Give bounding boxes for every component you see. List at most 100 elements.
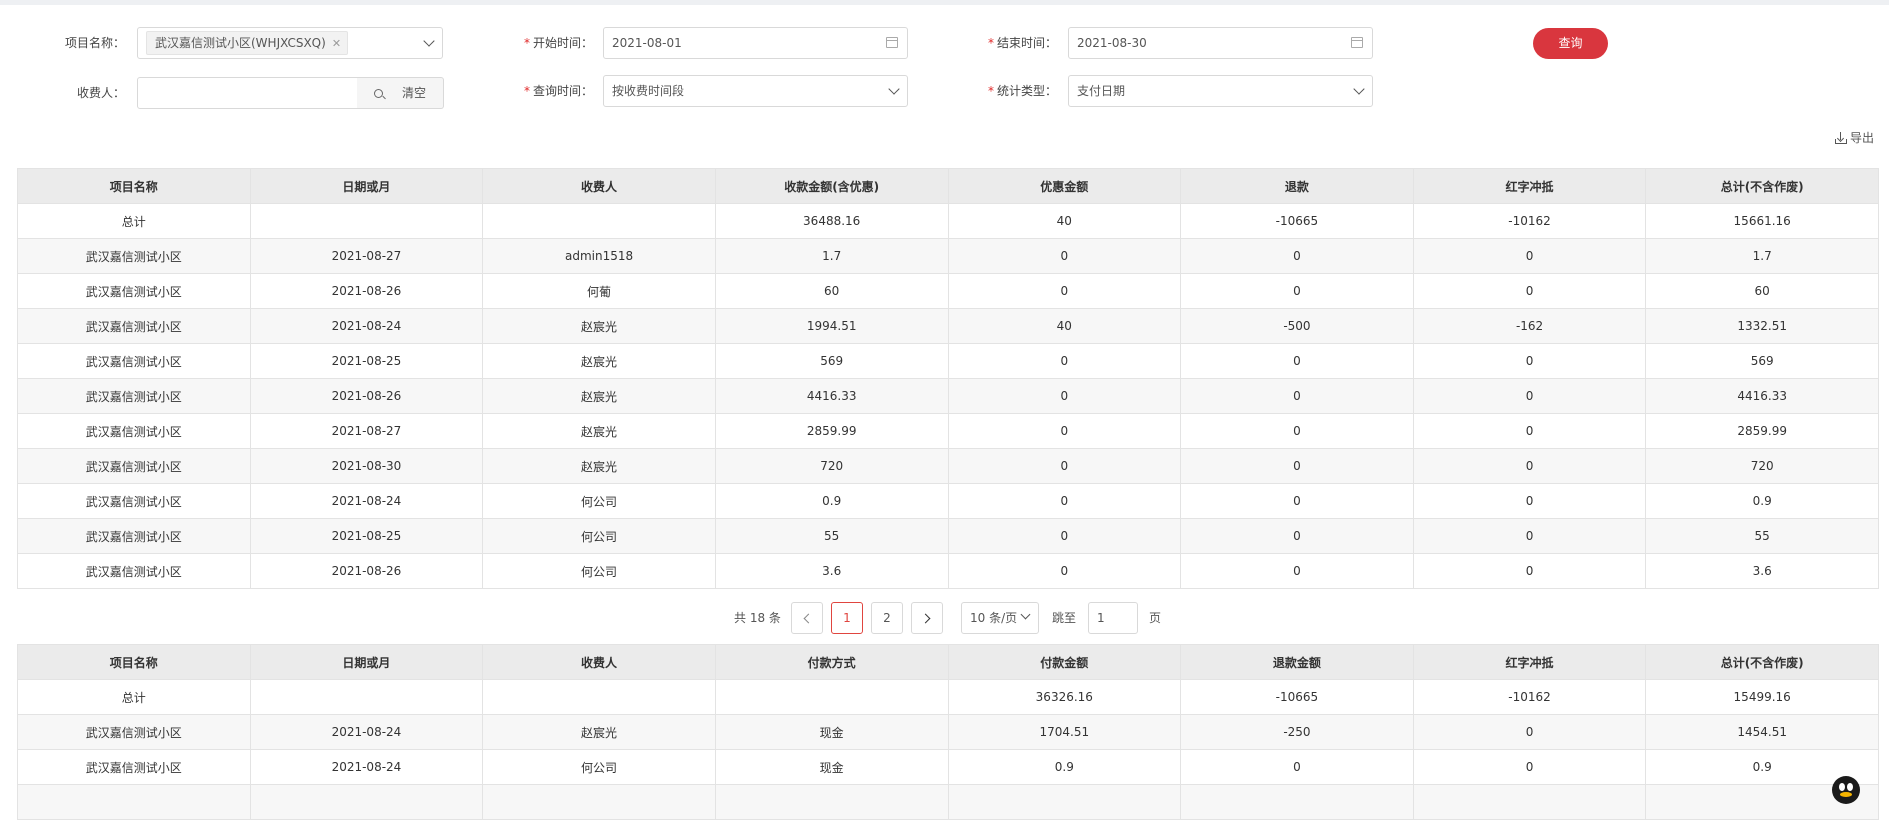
table-cell: 0.9: [714, 483, 949, 519]
column-header: 收款金额(含优惠): [714, 168, 949, 204]
table-cell: 3.6: [1645, 553, 1879, 589]
table-cell: 720: [1645, 448, 1879, 484]
table-cell: [249, 679, 484, 715]
table-row: 武汉嘉信测试小区 2021-08-25 何公司 55 0 0 0 55: [17, 518, 1879, 554]
query-button[interactable]: 查询: [1533, 28, 1608, 59]
table-cell: [1412, 784, 1647, 820]
table-cell: [482, 679, 716, 715]
required-mark: *: [523, 36, 530, 50]
table-cell: 2021-08-27: [249, 238, 484, 274]
end-date-input[interactable]: 2021-08-30: [1068, 27, 1373, 59]
table-cell: 武汉嘉信测试小区: [17, 308, 251, 344]
project-tag-text: 武汉嘉信测试小区(WHJXCSXQ): [155, 36, 326, 50]
table-cell: 赵宸光: [482, 378, 716, 414]
table-cell: 1.7: [714, 238, 949, 274]
table-cell: 0: [1180, 483, 1414, 519]
table-row: 武汉嘉信测试小区 2021-08-26 赵宸光 4416.33 0 0 0 4416.33: [17, 378, 1879, 414]
stat-type-select[interactable]: 支付日期: [1068, 75, 1373, 107]
table-row: 武汉嘉信测试小区 2021-08-24 赵宸光 1994.51 40 -500 -162 13…: [17, 308, 1879, 344]
table-cell: 2021-08-26: [249, 553, 484, 589]
table-cell: 60: [714, 273, 949, 309]
calendar-icon: [886, 37, 898, 48]
table-row: 武汉嘉信测试小区 2021-08-26 何葡 60 0 0 0 60: [17, 273, 1879, 309]
column-header: 退款: [1180, 168, 1414, 204]
table-cell: 0: [1412, 553, 1647, 589]
column-header: 日期或月: [249, 168, 484, 204]
next-page-button[interactable]: [911, 602, 943, 634]
column-header: 收费人: [482, 644, 716, 680]
table-cell: 4416.33: [1645, 378, 1879, 414]
table-cell: 0: [1180, 378, 1414, 414]
table-cell: 武汉嘉信测试小区: [17, 714, 251, 750]
table-cell: 0: [1180, 448, 1414, 484]
total-count: 共 18 条: [734, 611, 781, 625]
table-row: [17, 784, 1879, 820]
project-select[interactable]: 武汉嘉信测试小区(WHJXCSXQ) ✕: [137, 27, 443, 59]
table-cell: 1332.51: [1645, 308, 1879, 344]
top-strip: [0, 0, 1889, 5]
table-cell: 武汉嘉信测试小区: [17, 378, 251, 414]
column-header: 总计(不含作废): [1645, 168, 1879, 204]
table-cell: 0: [947, 273, 1182, 309]
table-cell: 武汉嘉信测试小区: [17, 448, 251, 484]
table-cell: 武汉嘉信测试小区: [17, 483, 251, 519]
table-cell: 2021-08-24: [249, 483, 484, 519]
payee-input[interactable]: [137, 77, 358, 109]
column-header: 红字冲抵: [1412, 168, 1647, 204]
table-cell: 1994.51: [714, 308, 949, 344]
table-cell: 0: [1180, 413, 1414, 449]
table-cell: 0: [1180, 238, 1414, 274]
table-row: 武汉嘉信测试小区 2021-08-26 何公司 3.6 0 0 0 3.6: [17, 553, 1879, 589]
summary-table: 项目名称 日期或月 收费人 收款金额(含优惠) 优惠金额 退款 红字冲抵 总计(不含作废) 总…: [17, 168, 1879, 589]
table-cell: -250: [1180, 714, 1414, 750]
page-1-button[interactable]: 1: [831, 602, 863, 634]
start-date-input[interactable]: 2021-08-01: [603, 27, 908, 59]
prev-page-button[interactable]: [791, 602, 823, 634]
table-cell: 现金: [714, 714, 949, 750]
table-cell: [482, 203, 716, 239]
table-cell: 2021-08-24: [249, 714, 484, 750]
required-mark: *: [987, 84, 994, 98]
table-cell: -10665: [1180, 679, 1414, 715]
table-cell: 赵宸光: [482, 448, 716, 484]
table-cell: 720: [714, 448, 949, 484]
table-cell: 2021-08-24: [249, 308, 484, 344]
table-cell: 2859.99: [1645, 413, 1879, 449]
end-time-label: * 结束时间：: [987, 36, 1057, 50]
column-header: 总计(不含作废): [1645, 644, 1879, 680]
jump-page-input[interactable]: 1: [1088, 602, 1138, 634]
table-cell: 何公司: [482, 483, 716, 519]
table-cell: 2021-08-25: [249, 343, 484, 379]
table-cell: 总计: [17, 203, 251, 239]
qq-icon[interactable]: [1832, 776, 1860, 804]
table-row: 武汉嘉信测试小区 2021-08-24 赵宸光 现金 1704.51 -250 0 1454.…: [17, 714, 1879, 750]
query-time-select[interactable]: 按收费时间段: [603, 75, 908, 107]
table-cell: 0: [947, 238, 1182, 274]
column-header: 项目名称: [17, 644, 251, 680]
table-cell: 3.6: [714, 553, 949, 589]
column-header: 红字冲抵: [1412, 644, 1647, 680]
chevron-left-icon: [803, 613, 814, 624]
table-cell: 60: [1645, 273, 1879, 309]
page-2-button[interactable]: 2: [871, 602, 903, 634]
table-cell: 何葡: [482, 273, 716, 309]
table-cell: 2859.99: [714, 413, 949, 449]
table-cell: 0: [1412, 749, 1647, 785]
export-button[interactable]: 导出: [1835, 128, 1874, 148]
stat-type-label: * 统计类型：: [987, 84, 1057, 98]
table-cell: 0: [1412, 448, 1647, 484]
page-size-select[interactable]: 10 条/页: [961, 602, 1039, 634]
column-header: 优惠金额: [947, 168, 1182, 204]
table-row: 武汉嘉信测试小区 2021-08-24 何公司 0.9 0 0 0 0.9: [17, 483, 1879, 519]
payee-label: 收费人：: [76, 86, 125, 100]
table-cell: 2021-08-24: [249, 749, 484, 785]
table-cell: 2021-08-27: [249, 413, 484, 449]
clear-button[interactable]: 清空: [357, 77, 444, 109]
table-cell: 赵宸光: [482, 308, 716, 344]
table-cell: 40: [947, 308, 1182, 344]
table-cell: 569: [714, 343, 949, 379]
tag-close-icon[interactable]: ✕: [332, 37, 341, 50]
table-cell: 总计: [17, 679, 251, 715]
table-cell: 现金: [714, 749, 949, 785]
table-cell: 569: [1645, 343, 1879, 379]
